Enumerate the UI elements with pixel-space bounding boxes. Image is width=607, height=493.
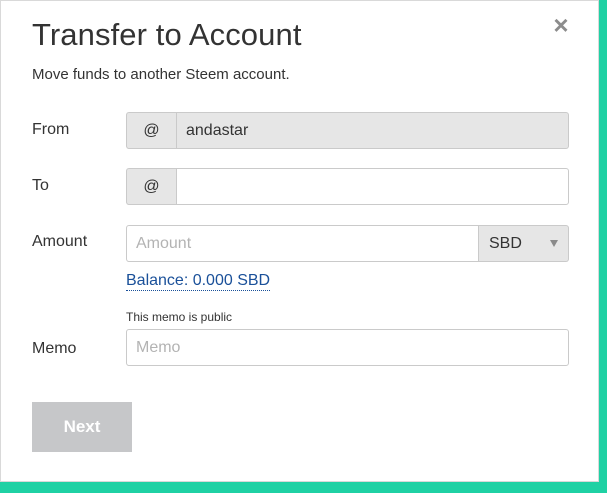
memo-label: Memo xyxy=(32,340,77,357)
from-field: @ andastar xyxy=(126,112,569,149)
transfer-dialog: × Transfer to Account Move funds to anot… xyxy=(0,0,599,482)
to-field: @ xyxy=(126,168,569,205)
to-at-prefix: @ xyxy=(126,168,176,205)
memo-public-hint: This memo is public xyxy=(126,310,233,324)
dialog-subtitle: Move funds to another Steem account. xyxy=(32,66,290,83)
amount-label: Amount xyxy=(32,233,88,250)
next-button[interactable]: Next xyxy=(32,402,132,452)
chevron-down-icon xyxy=(550,240,558,247)
from-at-prefix: @ xyxy=(126,112,176,149)
currency-select[interactable]: SBD xyxy=(479,225,569,262)
amount-field: SBD xyxy=(126,225,569,262)
to-input[interactable] xyxy=(176,168,569,205)
currency-selected-value: SBD xyxy=(489,234,522,252)
close-icon[interactable]: × xyxy=(550,12,572,38)
balance-link[interactable]: Balance: 0.000 SBD xyxy=(126,272,271,291)
memo-input[interactable] xyxy=(126,329,569,366)
from-label: From xyxy=(32,121,70,138)
amount-input[interactable] xyxy=(126,225,479,262)
memo-field xyxy=(126,329,569,366)
dialog-title: Transfer to Account xyxy=(32,17,302,52)
from-input: andastar xyxy=(176,112,569,149)
to-label: To xyxy=(32,177,49,194)
